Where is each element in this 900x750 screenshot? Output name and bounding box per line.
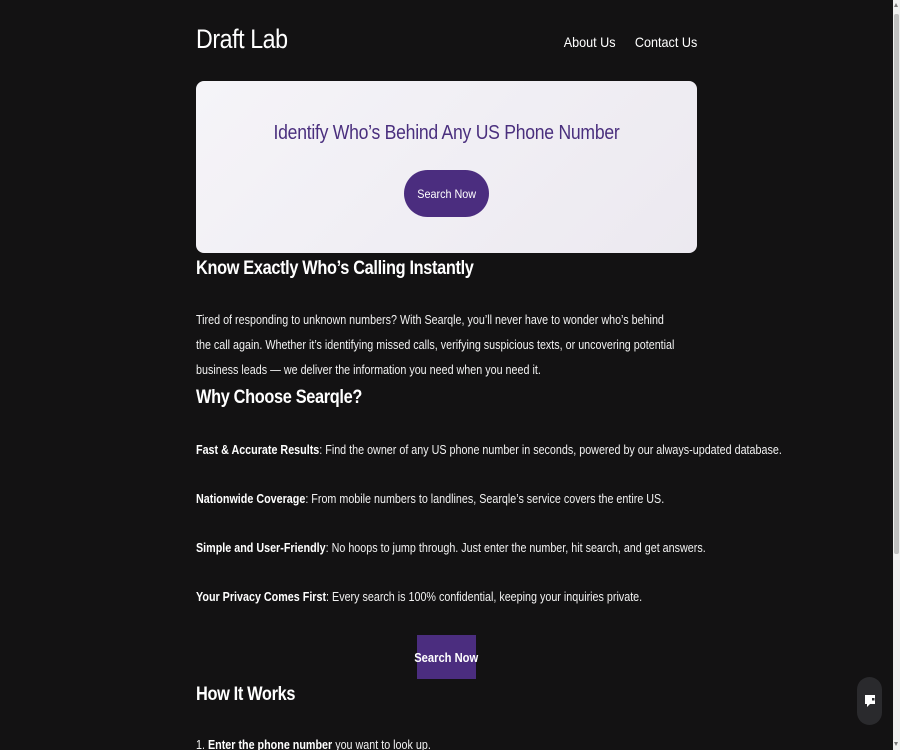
how-step: 1. Enter the phone number you want to lo… <box>196 738 431 750</box>
feature-title: Fast & Accurate Results <box>196 443 320 457</box>
feature-item: Your Privacy Comes First: Every search i… <box>196 590 642 604</box>
main-nav: About Us Contact Us <box>558 34 697 50</box>
feature-item: Simple and User-Friendly: No hoops to ju… <box>196 541 706 555</box>
nav-about-us[interactable]: About Us <box>564 34 616 50</box>
scroll-up-icon[interactable] <box>894 3 898 7</box>
hero-search-button-label: Search Now <box>417 186 476 201</box>
feature-text: : Find the owner of any US phone number … <box>319 443 782 457</box>
feature-text: : No hoops to jump through. Just enter t… <box>325 541 706 555</box>
nav-contact-us[interactable]: Contact Us <box>635 34 697 50</box>
page: Draft Lab About Us Contact Us Identify W… <box>0 0 893 750</box>
feature-item: Fast & Accurate Results: Find the owner … <box>196 443 782 457</box>
scrollbar-thumb[interactable] <box>894 14 899 554</box>
hero-card: Identify Who’s Behind Any US Phone Numbe… <box>196 81 697 253</box>
cta-search-button-label: Search Now <box>414 649 479 665</box>
feature-item: Nationwide Coverage: From mobile numbers… <box>196 492 664 506</box>
intro-heading: Know Exactly Who’s Calling Instantly <box>196 258 474 279</box>
why-heading: Why Choose Searqle? <box>196 387 362 408</box>
intro-paragraph: Tired of responding to unknown numbers? … <box>196 313 675 377</box>
hero-search-button[interactable]: Search Now <box>404 170 489 217</box>
feature-title: Nationwide Coverage <box>196 492 306 506</box>
how-heading: How It Works <box>196 684 296 705</box>
cta-search-button[interactable]: Search Now <box>414 635 479 679</box>
site-logo[interactable]: Draft Lab <box>196 24 288 55</box>
scroll-down-icon[interactable] <box>894 742 898 746</box>
site-header: Draft Lab About Us Contact Us <box>196 24 697 64</box>
chat-icon <box>864 695 875 707</box>
page-scrollbar[interactable] <box>893 0 900 750</box>
chat-widget-button[interactable] <box>857 677 882 725</box>
step-title: Enter the phone number <box>207 738 333 750</box>
feature-title: Your Privacy Comes First <box>196 590 327 604</box>
feature-title: Simple and User-Friendly <box>196 541 326 555</box>
step-number: 1. <box>196 738 205 750</box>
hero-title: Identify Who’s Behind Any US Phone Numbe… <box>273 122 620 144</box>
feature-text: : From mobile numbers to landlines, Sear… <box>305 492 665 506</box>
step-text: you want to look up. <box>332 738 431 750</box>
feature-text: : Every search is 100% confidential, kee… <box>326 590 643 604</box>
